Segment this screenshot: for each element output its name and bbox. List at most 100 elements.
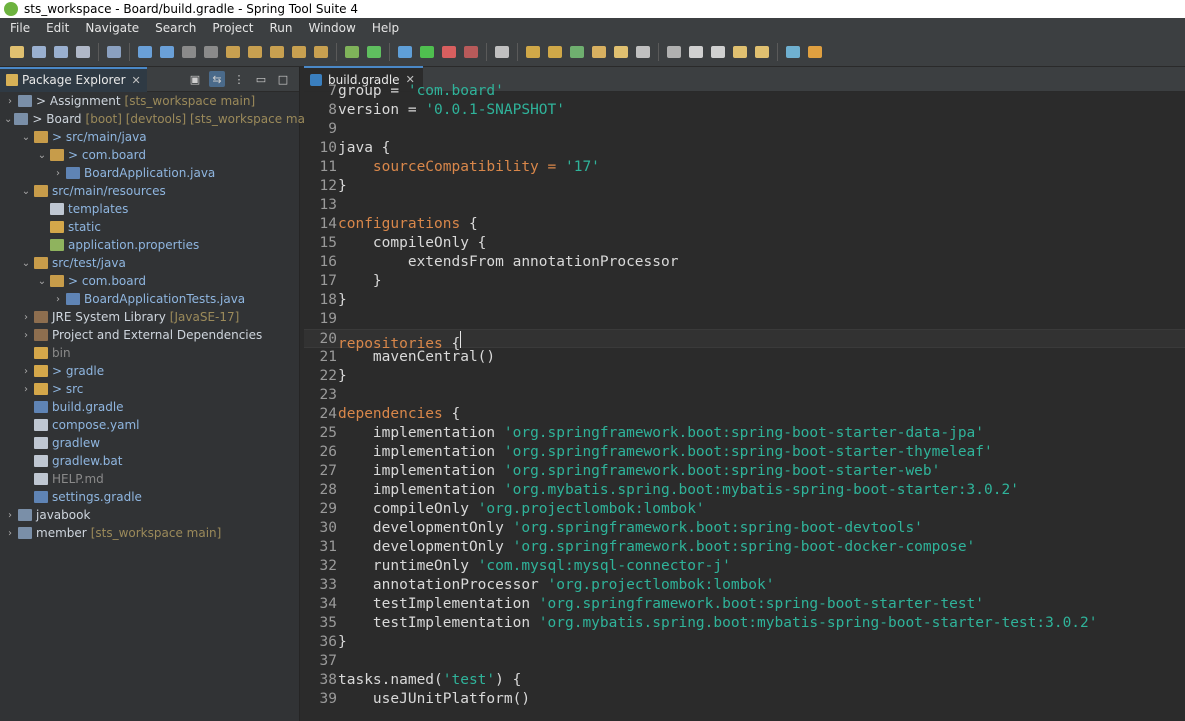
back-icon[interactable]	[687, 43, 705, 61]
tree-item[interactable]: gradlew	[0, 434, 299, 452]
step-return-icon[interactable]	[268, 43, 286, 61]
code-token: annotationProcessor	[338, 577, 548, 593]
collapse-all-icon[interactable]: ▣	[187, 71, 203, 87]
tree-item[interactable]: › BoardApplication.java	[0, 164, 299, 182]
code-token: }	[338, 178, 347, 194]
chevron-down-icon[interactable]: ⌄	[36, 150, 48, 161]
last-edit-icon[interactable]	[665, 43, 683, 61]
chevron-right-icon[interactable]: ›	[20, 330, 32, 341]
tree-item[interactable]: ⌄ > Board [boot] [devtools] [sts_workspace…	[0, 110, 321, 128]
external-tools-icon[interactable]	[493, 43, 511, 61]
link-with-editor-icon[interactable]: ⇆	[209, 71, 225, 87]
chevron-right-icon[interactable]: ›	[20, 384, 32, 395]
tree-item[interactable]: gradlew.bat	[0, 452, 299, 470]
menu-window[interactable]: Window	[300, 18, 363, 38]
debug-icon[interactable]	[396, 43, 414, 61]
chevron-down-icon[interactable]: ⌄	[20, 258, 32, 269]
coverage-icon[interactable]	[440, 43, 458, 61]
save-all-icon[interactable]	[52, 43, 70, 61]
chevron-down-icon[interactable]: ⌄	[4, 114, 12, 125]
code-token: implementation	[338, 425, 504, 441]
tree-item[interactable]: ⌄ src/main/resources	[0, 182, 299, 200]
run-icon[interactable]	[418, 43, 436, 61]
chevron-right-icon[interactable]: ›	[52, 294, 64, 305]
tree-item[interactable]: ⌄ src/test/java	[0, 254, 299, 272]
tree-item[interactable]: HELP.md	[0, 470, 299, 488]
chevron-right-icon[interactable]: ›	[52, 168, 64, 179]
step-into-icon[interactable]	[224, 43, 242, 61]
menu-navigate[interactable]: Navigate	[77, 18, 147, 38]
tree-item[interactable]: templates	[0, 200, 299, 218]
tree-item[interactable]: ⌄ > src/main/java	[0, 128, 299, 146]
suspend-icon[interactable]	[158, 43, 176, 61]
tree-item[interactable]: ⌄ > com.board	[0, 272, 299, 290]
chevron-right-icon[interactable]: ›	[4, 528, 16, 539]
tree-item[interactable]: build.gradle	[0, 398, 299, 416]
chevron-right-icon[interactable]: ›	[20, 366, 32, 377]
code-editor[interactable]: 7 group = 'com.board' 8 version = '0.0.1-SN…	[304, 82, 1185, 711]
chevron-right-icon[interactable]: ›	[20, 312, 32, 323]
search-icon[interactable]	[634, 43, 652, 61]
menu-project[interactable]: Project	[204, 18, 261, 38]
skip-breakpoints-icon[interactable]	[105, 43, 123, 61]
step-over-icon[interactable]	[246, 43, 264, 61]
minimize-icon[interactable]: ▭	[253, 71, 269, 87]
toolbar-separator	[98, 43, 99, 61]
terminate-icon[interactable]	[180, 43, 198, 61]
close-icon[interactable]: ✕	[132, 74, 141, 87]
menu-file[interactable]: File	[2, 18, 38, 38]
menu-run[interactable]: Run	[261, 18, 300, 38]
new-java-project-icon[interactable]	[524, 43, 542, 61]
chevron-right-icon[interactable]: ›	[4, 96, 16, 107]
forward-icon[interactable]	[709, 43, 727, 61]
menu-help[interactable]: Help	[364, 18, 407, 38]
tree-item[interactable]: › > Assignment [sts_workspace main]	[0, 92, 299, 110]
tree-item[interactable]: bin	[0, 344, 299, 362]
tree-item[interactable]: › member [sts_workspace main]	[0, 524, 299, 542]
tree-item[interactable]: ⌄ > com.board	[0, 146, 299, 164]
code-line: 32 runtimeOnly 'com.mysql:mysql-connecto…	[304, 557, 1185, 576]
chevron-down-icon[interactable]: ⌄	[36, 276, 48, 287]
stop-icon[interactable]	[462, 43, 480, 61]
drop-to-frame-icon[interactable]	[290, 43, 308, 61]
tree-item[interactable]: compose.yaml	[0, 416, 299, 434]
resume-icon[interactable]	[136, 43, 154, 61]
next-annotation-icon[interactable]	[753, 43, 771, 61]
code-token: developmentOnly	[338, 520, 513, 536]
new-package-icon[interactable]	[546, 43, 564, 61]
tree-item[interactable]: › JRE System Library [JavaSE-17]	[0, 308, 299, 326]
maximize-icon[interactable]: □	[275, 71, 291, 87]
menu-edit[interactable]: Edit	[38, 18, 77, 38]
tree-item[interactable]: › Project and External Dependencies	[0, 326, 299, 344]
previous-annotation-icon[interactable]	[731, 43, 749, 61]
tree-item[interactable]: static	[0, 218, 299, 236]
open-task-icon[interactable]	[612, 43, 630, 61]
new-icon[interactable]	[8, 43, 26, 61]
pin-editor-icon[interactable]	[784, 43, 802, 61]
menu-search[interactable]: Search	[147, 18, 204, 38]
view-menu-icon[interactable]: ⋮	[231, 71, 247, 87]
tree-item[interactable]: › > gradle	[0, 362, 299, 380]
save-icon[interactable]	[30, 43, 48, 61]
code-line: 10 java {	[304, 139, 1185, 158]
sync-icon[interactable]	[806, 43, 824, 61]
chevron-right-icon[interactable]: ›	[4, 510, 16, 521]
print-icon[interactable]	[74, 43, 92, 61]
tree-item[interactable]: application.properties	[0, 236, 299, 254]
tree-item[interactable]: › BoardApplicationTests.java	[0, 290, 299, 308]
power-icon[interactable]	[365, 43, 383, 61]
boot-dashboard-icon[interactable]	[343, 43, 361, 61]
chevron-down-icon[interactable]: ⌄	[20, 132, 32, 143]
tree-item[interactable]: › > src	[0, 380, 299, 398]
tree-item[interactable]: settings.gradle	[0, 488, 299, 506]
use-step-filters-icon[interactable]	[312, 43, 330, 61]
new-package-icon-glyph	[548, 46, 562, 58]
tree-item[interactable]: › javabook	[0, 506, 299, 524]
search-icon-glyph	[636, 46, 650, 58]
open-type-icon[interactable]	[590, 43, 608, 61]
chevron-down-icon[interactable]: ⌄	[20, 186, 32, 197]
new-class-icon[interactable]	[568, 43, 586, 61]
disconnect-icon[interactable]	[202, 43, 220, 61]
tab-package-explorer[interactable]: Package Explorer ✕	[0, 66, 147, 92]
